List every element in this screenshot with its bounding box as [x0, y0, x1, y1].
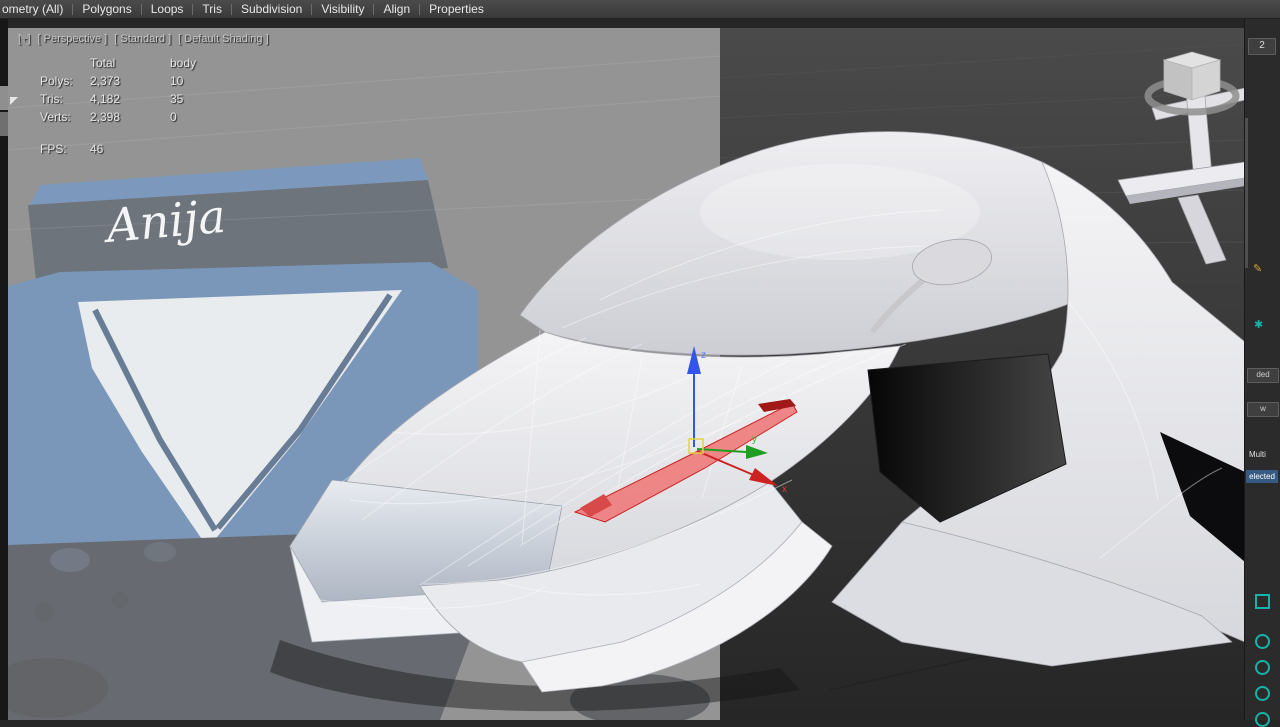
left-panel-button[interactable]	[0, 86, 8, 110]
menu-item-geometry-all[interactable]: ometry (All)	[0, 0, 72, 18]
stats-total-value: 4,182	[90, 92, 121, 106]
panel-button-fragment[interactable]: ded	[1247, 368, 1279, 383]
stats-row-verts: Verts: 2,398 0	[40, 110, 230, 124]
circle-tool-icon[interactable]	[1255, 660, 1270, 675]
viewport-shading-menu[interactable]: [ Default Shading ]	[178, 33, 269, 45]
command-panel-sliver[interactable]: 2 ✎ ✱ ded w Multi elected	[1244, 18, 1280, 727]
stats-label: Tris:	[40, 92, 63, 106]
panel-scrollbar[interactable]	[1245, 118, 1248, 268]
fps-label: FPS:	[40, 142, 67, 156]
fps-value: 46	[90, 142, 104, 156]
stats-col-total: Total	[90, 56, 116, 70]
viewport-statistics: Total body Polys: 2,373 10 Tris: 4,182 3…	[40, 56, 230, 160]
viewport-label: [+] [ Perspective ] [ Standard ] [ Defau…	[18, 33, 269, 45]
viewport-pov-menu[interactable]: [ Perspective ]	[38, 33, 108, 45]
stats-label: Polys:	[40, 74, 73, 88]
gizmo-x-label: x	[782, 484, 787, 495]
stats-body-value: 0	[170, 110, 177, 124]
stats-col-body: body	[170, 56, 197, 70]
stats-body-value: 10	[170, 74, 184, 88]
panel-button-fragment[interactable]: w	[1247, 402, 1279, 417]
stats-row-fps: FPS: 46	[40, 142, 230, 156]
stats-label: Verts:	[40, 110, 71, 124]
stats-total-value: 2,398	[90, 110, 121, 124]
panel-spinner-field[interactable]: 2	[1248, 38, 1276, 55]
square-tool-icon[interactable]	[1255, 594, 1270, 609]
stats-row-polys: Polys: 2,373 10	[40, 74, 230, 88]
modeling-ribbon-menu: ometry (All) Polygons Loops Tris Subdivi…	[0, 0, 1280, 19]
menu-item-polygons[interactable]: Polygons	[73, 0, 140, 18]
menu-item-visibility[interactable]: Visibility	[312, 0, 373, 18]
gizmo-z-label: z	[701, 350, 706, 361]
panel-multi-label: Multi	[1249, 450, 1266, 459]
menu-item-properties[interactable]: Properties	[420, 0, 493, 18]
asterisk-icon[interactable]: ✱	[1254, 318, 1263, 331]
stats-body-value: 35	[170, 92, 184, 106]
menu-item-loops[interactable]: Loops	[142, 0, 193, 18]
panel-selected-row[interactable]: elected	[1246, 470, 1278, 483]
menu-item-tris[interactable]: Tris	[193, 0, 231, 18]
gizmo-y-label: y	[752, 434, 757, 445]
viewport-render-preset-menu[interactable]: [ Standard ]	[114, 33, 171, 45]
menu-item-subdivision[interactable]: Subdivision	[232, 0, 311, 18]
circle-tool-icon[interactable]	[1255, 634, 1270, 649]
stats-spacer	[40, 56, 90, 70]
left-panel-button[interactable]	[0, 112, 8, 136]
menu-item-align[interactable]: Align	[374, 0, 419, 18]
panel-collapse-triangle-icon[interactable]	[10, 97, 18, 105]
stats-row-tris: Tris: 4,182 35	[40, 92, 230, 106]
viewport-canvas[interactable]: Anija z y x [Perspective] [Standard]…	[8, 28, 1246, 720]
circle-tool-icon[interactable]	[1255, 686, 1270, 701]
pencil-icon[interactable]: ✎	[1253, 262, 1262, 275]
filter-icon[interactable]	[18, 33, 30, 45]
stats-total-value: 2,373	[90, 74, 121, 88]
left-panel-strip[interactable]	[0, 18, 8, 720]
